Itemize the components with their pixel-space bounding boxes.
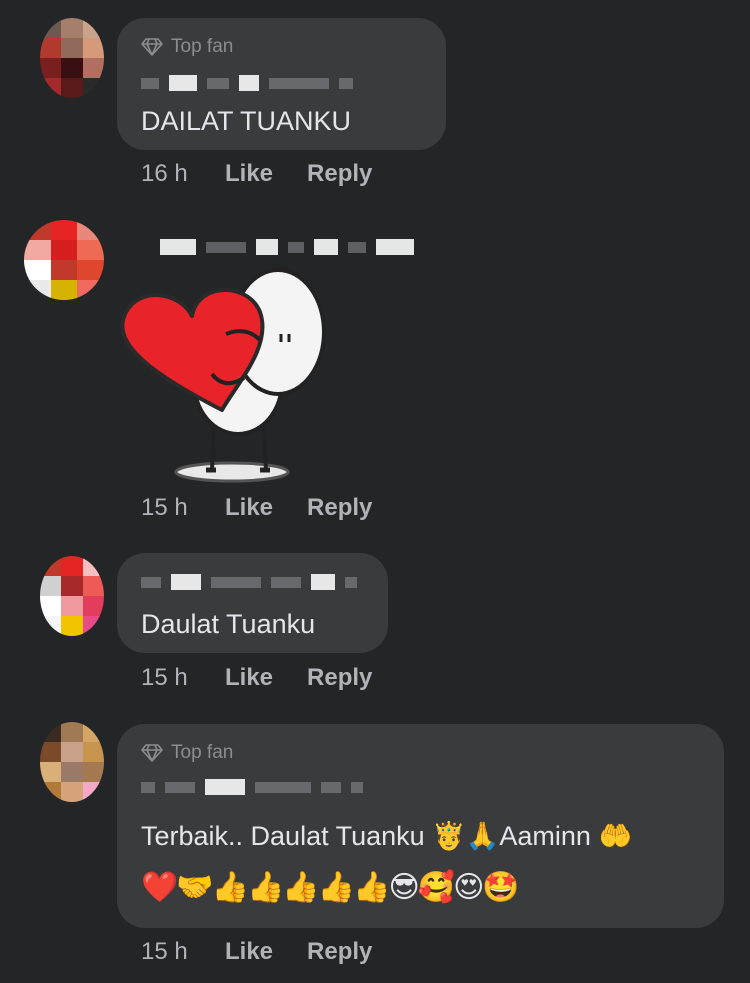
avatar[interactable] — [24, 220, 104, 300]
like-button[interactable]: Like — [225, 938, 273, 966]
author-name-redacted[interactable] — [141, 574, 357, 590]
like-button[interactable]: Like — [225, 160, 273, 188]
badge-label: Top fan — [171, 742, 234, 763]
author-name-redacted[interactable] — [141, 779, 363, 795]
top-fan-badge: Top fan — [141, 36, 233, 58]
comment-bubble[interactable]: Top fan Terbaik.. Daulat Tuanku 🤴🙏Aaminn… — [117, 724, 724, 928]
comment-bubble[interactable]: Daulat Tuanku — [117, 553, 388, 653]
author-name-redacted[interactable] — [141, 75, 353, 91]
comment-text: Terbaik.. Daulat Tuanku 🤴🙏Aaminn 🤲 — [141, 821, 633, 851]
comment-text: DAILAT TUANKU — [141, 106, 352, 136]
timestamp: 15 h — [141, 938, 188, 965]
diamond-icon — [141, 38, 163, 56]
reply-button[interactable]: Reply — [307, 494, 372, 522]
badge-label: Top fan — [171, 36, 234, 57]
comment-actions: 15 h Like Reply — [141, 664, 406, 692]
heart-hug-sticker[interactable] — [118, 262, 338, 487]
comment-bubble[interactable]: Top fan DAILAT TUANKU — [117, 18, 446, 150]
diamond-icon — [141, 744, 163, 762]
like-button[interactable]: Like — [225, 664, 273, 692]
author-name-redacted[interactable] — [160, 239, 414, 255]
avatar[interactable] — [40, 18, 104, 98]
reply-button[interactable]: Reply — [307, 664, 372, 692]
timestamp: 16 h — [141, 160, 188, 187]
timestamp: 15 h — [141, 664, 188, 691]
comment-emoji-line: ❤️🤝👍👍👍👍👍😎🥰😍🤩 — [141, 870, 520, 905]
comment-actions: 16 h Like Reply — [141, 160, 406, 188]
reply-button[interactable]: Reply — [307, 938, 372, 966]
comment-text: Daulat Tuanku — [141, 609, 316, 639]
avatar[interactable] — [40, 556, 104, 636]
avatar[interactable] — [40, 722, 104, 802]
comment-actions: 15 h Like Reply — [141, 938, 406, 966]
comment-actions: 15 h Like Reply — [141, 494, 406, 522]
timestamp: 15 h — [141, 494, 188, 521]
like-button[interactable]: Like — [225, 494, 273, 522]
top-fan-badge: Top fan — [141, 742, 233, 764]
reply-button[interactable]: Reply — [307, 160, 372, 188]
